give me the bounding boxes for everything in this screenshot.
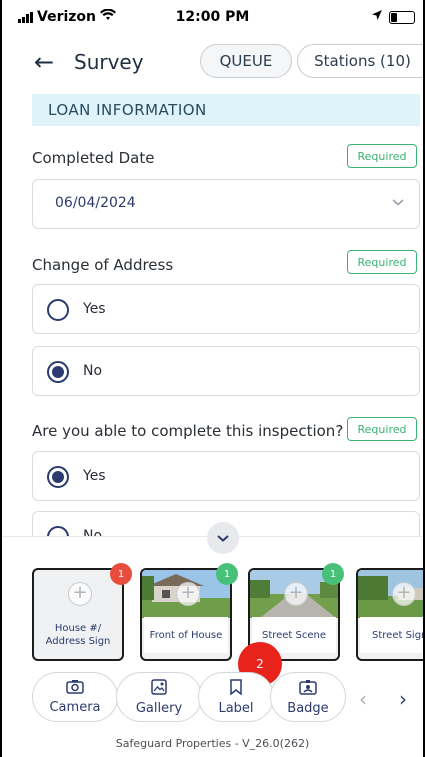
able-to-complete-label: Are you able to complete this inspection… xyxy=(32,422,344,440)
radio-checked-icon xyxy=(47,361,69,383)
badge-label: Badge xyxy=(287,700,329,716)
change-of-address-label: Change of Address xyxy=(32,256,174,274)
radio-checked-icon xyxy=(47,466,69,488)
photo-caption: Street Sign xyxy=(360,617,423,653)
photo-slot-street-sign[interactable]: + Street Sign xyxy=(356,568,423,661)
gallery-icon xyxy=(151,678,167,698)
queue-button[interactable]: QUEUE xyxy=(200,44,292,78)
add-photo-icon: + xyxy=(284,582,308,606)
app-header: ← Survey QUEUE Stations (10) xyxy=(2,40,423,84)
status-right xyxy=(371,9,415,25)
badge-button[interactable]: Badge xyxy=(270,672,346,722)
stations-label: Stations (10) xyxy=(314,52,411,70)
photo-slot-front-of-house[interactable]: + Front of House xyxy=(140,568,232,661)
app-version-footer: Safeguard Properties - V_26.0(262) xyxy=(115,737,310,750)
status-bar: Verizon 12:00 PM xyxy=(2,0,423,34)
label-label: Label xyxy=(218,700,254,716)
completed-date-value: 06/04/2024 xyxy=(55,195,136,211)
radio-unchecked-icon xyxy=(47,299,69,321)
completed-date-select[interactable]: 06/04/2024 xyxy=(32,179,420,229)
collapse-chevron-icon[interactable] xyxy=(207,522,239,554)
chevron-down-icon xyxy=(391,192,405,211)
bookmark-icon xyxy=(229,678,243,698)
gallery-button[interactable]: Gallery xyxy=(116,672,202,722)
location-arrow-icon xyxy=(371,9,383,25)
required-badge: Required xyxy=(347,250,417,274)
battery-icon xyxy=(389,10,415,24)
page-title: Survey xyxy=(74,50,144,74)
section-header: LOAN INFORMATION xyxy=(32,94,420,126)
id-badge-icon xyxy=(299,679,317,698)
required-badge: Required xyxy=(347,144,417,168)
required-badge: Required xyxy=(347,417,417,441)
back-arrow-icon[interactable]: ← xyxy=(34,48,54,76)
queue-label: QUEUE xyxy=(219,52,273,70)
radio-option-yes[interactable]: Yes xyxy=(32,284,420,334)
camera-icon xyxy=(66,679,84,697)
radio-option-no[interactable]: No xyxy=(32,346,420,396)
photo-slot-address-sign[interactable]: + House #/ Address Sign xyxy=(32,568,124,661)
photo-count-badge: 1 xyxy=(216,563,238,585)
status-time: 12:00 PM xyxy=(175,9,250,25)
camera-button[interactable]: Camera xyxy=(32,672,118,722)
radio-option-label: No xyxy=(83,363,103,379)
completed-date-label: Completed Date xyxy=(32,149,155,167)
photo-caption: House #/ Address Sign xyxy=(45,623,111,647)
label-button[interactable]: Label xyxy=(198,672,274,722)
add-photo-icon: + xyxy=(176,582,200,606)
stations-button[interactable]: Stations (10) xyxy=(297,44,423,78)
gallery-label: Gallery xyxy=(135,700,183,716)
app-screen: Verizon 12:00 PM ← Survey QUEUE Stations… xyxy=(0,0,425,757)
photo-caption: Front of House xyxy=(144,617,228,653)
add-photo-icon: + xyxy=(392,582,416,606)
chevron-right-icon[interactable]: › xyxy=(399,687,407,711)
chevron-left-icon[interactable]: ‹ xyxy=(359,687,367,711)
radio-option-yes[interactable]: Yes xyxy=(32,451,420,501)
radio-option-label: Yes xyxy=(83,301,106,317)
radio-option-label: Yes xyxy=(83,468,106,484)
camera-label: Camera xyxy=(49,700,101,715)
add-photo-icon: + xyxy=(68,582,92,606)
photo-count-badge: 1 xyxy=(322,563,344,585)
photo-count-badge: 1 xyxy=(110,563,132,585)
